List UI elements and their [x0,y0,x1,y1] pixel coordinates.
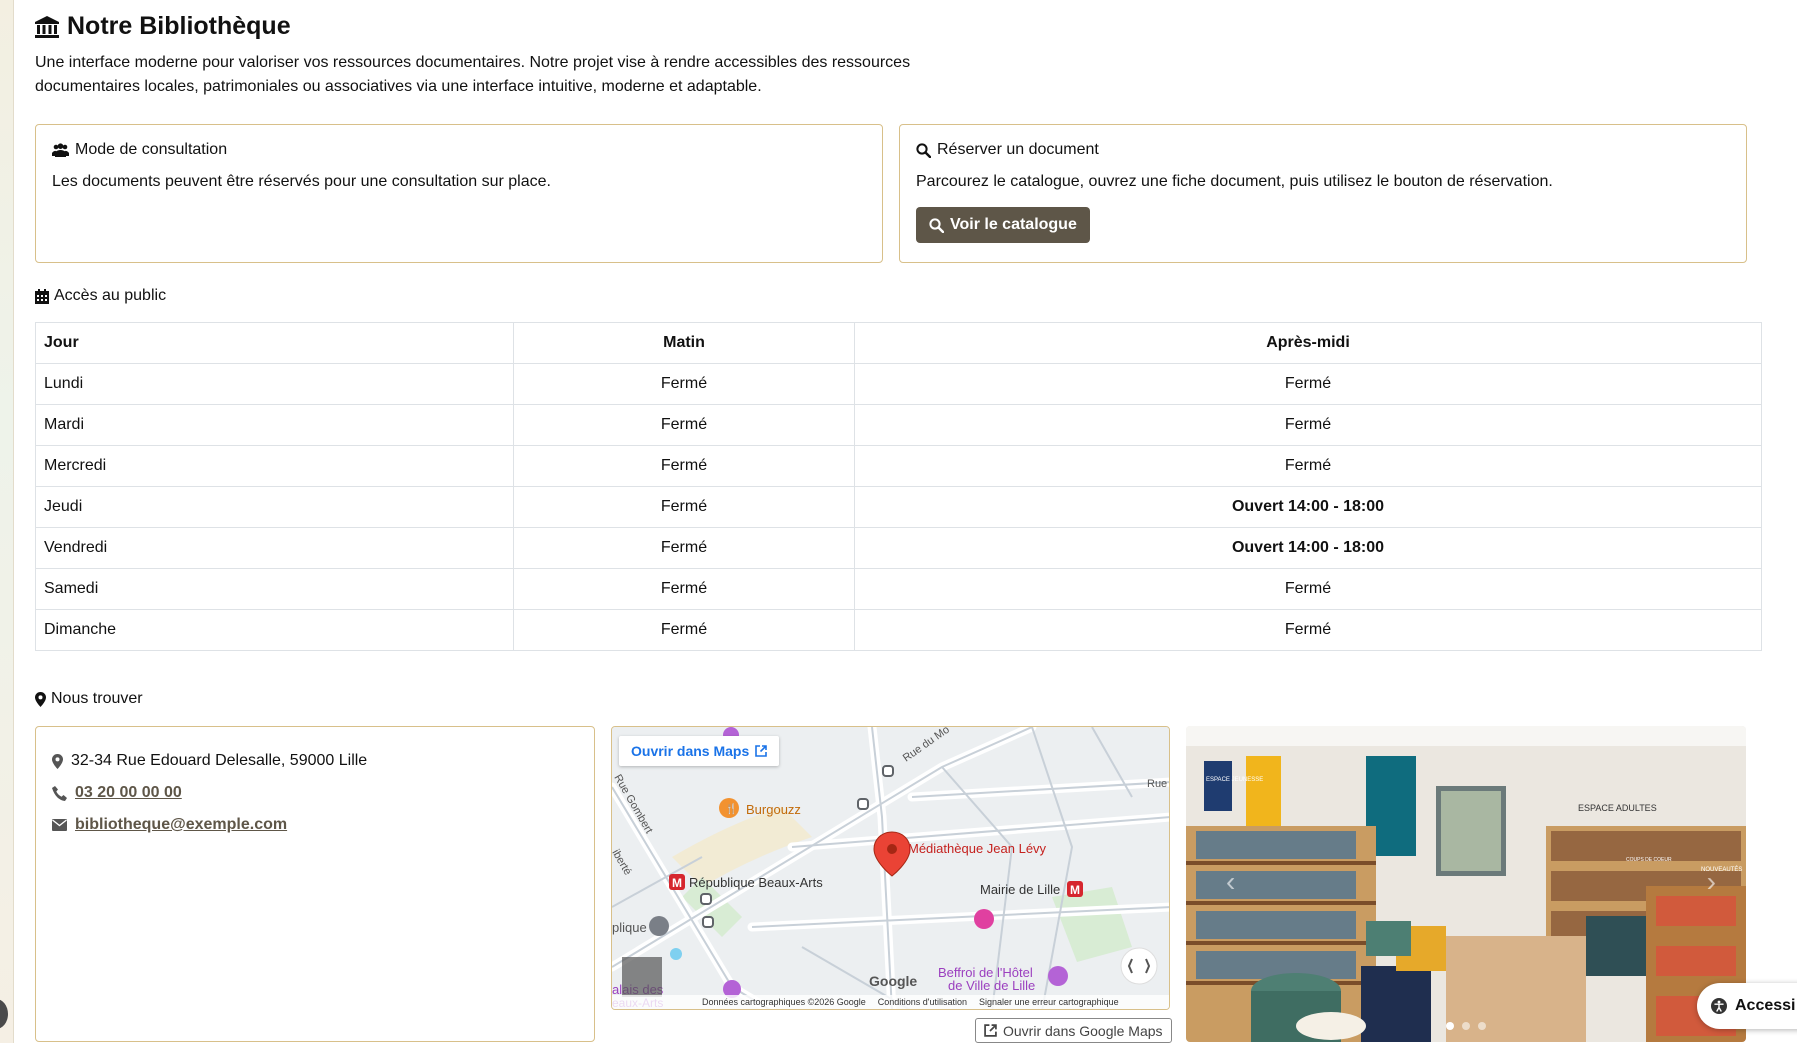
email-row: bibliotheque@exemple.com [52,809,578,841]
afternoon-cell: Fermé [854,609,1762,651]
address-row: 32-34 Rue Edouard Delesalle, 59000 Lille [52,745,578,777]
day-cell: Mercredi [35,445,514,487]
carousel-dot[interactable] [1478,1022,1486,1030]
day-cell: Lundi [35,363,514,405]
svg-text:M: M [672,876,682,890]
column-header-day: Jour [35,322,514,364]
sign-espace-jeunesse: ESPACE JEUNESSE [1206,777,1263,783]
page-title: Notre Bibliothèque [35,12,291,41]
contact-card: 32-34 Rue Edouard Delesalle, 59000 Lille… [35,726,595,1042]
svg-text:plique: plique [612,920,647,935]
consultation-card-text: Les documents peuvent être réservés pour… [52,173,551,190]
map-marker-icon [52,753,63,769]
consultation-card: Mode de consultation Les documents peuve… [35,124,883,263]
day-cell: Samedi [35,568,514,610]
map-label-republique: République Beaux-Arts [689,875,823,890]
hours-table-header: Jour Matin Après-midi [35,322,1762,364]
page-left-edge [0,0,14,1043]
day-cell: Jeudi [35,486,514,528]
external-link-icon [755,745,768,757]
table-row: Samedi Fermé Fermé [35,568,1762,610]
map-terms-link[interactable]: Conditions d'utilisation [878,997,967,1007]
calendar-icon [35,288,49,304]
google-logo: Google [869,973,917,989]
afternoon-cell: Fermé [854,363,1762,405]
phone-icon [52,785,67,801]
search-icon [929,217,944,233]
day-cell: Vendredi [35,527,514,569]
catalogue-button[interactable]: Voir le catalogue [916,207,1090,243]
embedded-map[interactable]: 🍴 Burgouzz M République Beaux-Arts M Mai… [611,726,1170,1010]
day-cell: Dimanche [35,609,514,651]
table-row: Vendredi Fermé Ouvert 14:00 - 18:00 [35,527,1762,569]
map-footer: Données cartographiques ©2026 Google Con… [612,995,1169,1009]
hours-table: Jour Matin Après-midi Lundi Fermé Fermé … [35,322,1762,651]
morning-cell: Fermé [513,609,855,651]
sign-espace-adultes: ESPACE ADULTES [1578,803,1657,813]
afternoon-cell: Fermé [854,445,1762,487]
carousel-prev-icon[interactable]: ‹ [1226,866,1235,898]
page-title-text: Notre Bibliothèque [67,12,291,40]
map-label-burgouzz: Burgouzz [746,802,801,817]
map-label-mairie: Mairie de Lille [980,882,1060,897]
library-photo: ESPACE ADULTES ESPACE JEUNESSE NOUVEAUTÉ… [1186,726,1746,1042]
phone-row: 03 20 00 00 00 [52,777,578,809]
afternoon-cell: Fermé [854,568,1762,610]
sign-coups-de-coeur: COUPS DE COEUR [1626,857,1672,863]
afternoon-cell: Ouvert 14:00 - 18:00 [854,486,1762,528]
day-cell: Mardi [35,404,514,446]
morning-cell: Fermé [513,527,855,569]
afternoon-cell: Ouvert 14:00 - 18:00 [854,527,1762,569]
users-icon [52,143,69,157]
table-row: Dimanche Fermé Fermé [35,609,1762,651]
open-google-maps-button[interactable]: Ouvrir dans Google Maps [975,1018,1172,1043]
table-row: Lundi Fermé Fermé [35,363,1762,405]
reserve-card: Réserver un document Parcourez le catalo… [899,124,1747,263]
search-icon [916,142,931,158]
carousel-indicators [1446,1022,1486,1030]
morning-cell: Fermé [513,404,855,446]
carousel-next-icon[interactable]: › [1707,866,1716,898]
svg-text:Rue: Rue [1147,778,1167,790]
envelope-icon [52,819,67,831]
library-icon [35,15,59,38]
consultation-card-title: Mode de consultation [52,141,866,159]
morning-cell: Fermé [513,568,855,610]
map-report-link[interactable]: Signaler une erreur cartographique [979,997,1119,1007]
library-photo-carousel[interactable]: ESPACE ADULTES ESPACE JEUNESSE NOUVEAUTÉ… [1186,726,1746,1042]
morning-cell: Fermé [513,363,855,405]
map-marker-icon [35,691,46,707]
accessibility-icon [1711,998,1727,1014]
column-header-morning: Matin [513,322,855,364]
map-data-credit: Données cartographiques ©2026 Google [702,997,866,1007]
address-text: 32-34 Rue Edouard Delesalle, 59000 Lille [71,752,368,769]
accessibility-button[interactable]: Accessi [1697,983,1797,1029]
location-section-title: Nous trouver [35,690,143,708]
table-row: Jeudi Fermé Ouvert 14:00 - 18:00 [35,486,1762,528]
svg-text:🍴: 🍴 [725,802,737,815]
intro-text: Une interface moderne pour valoriser vos… [35,54,911,95]
reserve-card-text: Parcourez le catalogue, ouvrez une fiche… [916,173,1553,190]
afternoon-cell: Fermé [854,404,1762,446]
carousel-dot[interactable] [1462,1022,1470,1030]
table-row: Mercredi Fermé Fermé [35,445,1762,487]
phone-link[interactable]: 03 20 00 00 00 [75,784,182,802]
svg-text:M: M [1070,883,1080,897]
map-canvas[interactable]: 🍴 Burgouzz M République Beaux-Arts M Mai… [612,727,1170,1010]
table-row: Mardi Fermé Fermé [35,404,1762,446]
hours-section-title: Accès au public [35,287,166,305]
reserve-card-title: Réserver un document [916,141,1730,159]
open-in-maps-button[interactable]: Ouvrir dans Maps [619,736,780,766]
morning-cell: Fermé [513,445,855,487]
morning-cell: Fermé [513,486,855,528]
email-link[interactable]: bibliotheque@exemple.com [75,816,287,834]
map-marker-label: Médiathèque Jean Lévy [908,841,1047,856]
svg-text:de Ville de Lille: de Ville de Lille [948,978,1035,993]
external-link-icon [984,1024,997,1037]
column-header-afternoon: Après-midi [854,322,1762,364]
carousel-dot[interactable] [1446,1022,1454,1030]
